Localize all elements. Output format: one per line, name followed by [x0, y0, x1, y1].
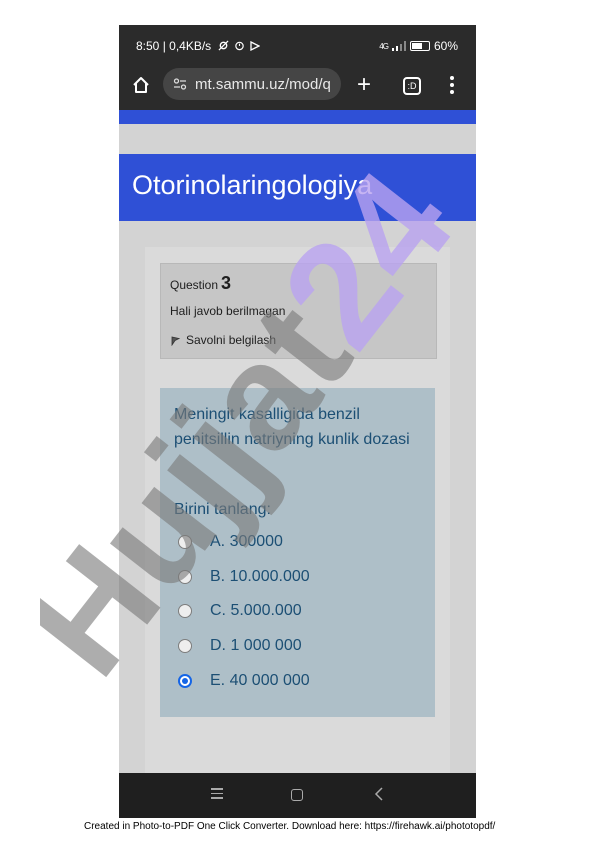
status-indicators: 4G 60% [379, 39, 458, 53]
recents-icon[interactable] [211, 788, 223, 802]
url-text: mt.sammu.uz/mod/q [195, 75, 331, 93]
status-time-speed: 8:50 | 0,4KB/s [136, 39, 261, 53]
flag-label: Savolni belgilash [186, 333, 277, 347]
gear-off-icon [218, 40, 229, 51]
url-bar[interactable]: mt.sammu.uz/mod/q [163, 68, 341, 100]
new-tab-button[interactable]: + [357, 73, 371, 97]
home-nav-icon[interactable] [291, 789, 303, 801]
course-title: Otorinolaringologiya [132, 170, 373, 200]
system-nav-bar [119, 773, 476, 818]
converter-footer: Created in Photo-to-PDF One Click Conver… [84, 821, 496, 832]
flag-icon [171, 336, 181, 346]
more-menu-icon[interactable] [450, 76, 454, 96]
question-info-box: Question 3 Hali javob berilmagan Savolni … [160, 263, 437, 359]
flag-question-button[interactable]: Savolni belgilash [170, 333, 276, 347]
radio-c[interactable] [178, 604, 192, 618]
top-blue-strip [119, 110, 476, 124]
answer-option-c[interactable]: C. 5.000.000 [178, 602, 302, 620]
status-bar: 8:50 | 0,4KB/s 4G 60% [119, 25, 476, 63]
answer-option-d[interactable]: D. 1 000 000 [178, 637, 302, 655]
question-text: Meningit kasalligida benzil penitsillin … [174, 406, 410, 448]
radio-a[interactable] [178, 535, 192, 549]
alarm-clock-icon [235, 41, 244, 51]
question-card: Question 3 Hali javob berilmagan Savolni … [145, 247, 450, 818]
network-type: 4G [379, 41, 389, 51]
signal-icon [391, 41, 406, 51]
tabs-button[interactable]: :D [403, 77, 421, 95]
answer-option-b[interactable]: B. 10.000.000 [178, 568, 310, 586]
answer-prompt: Birini tanlang: [174, 501, 271, 518]
question-state: Hali javob berilmagan [170, 304, 286, 318]
radio-d[interactable] [178, 639, 192, 653]
question-number: Question 3 [170, 273, 232, 293]
phone-screen: 8:50 | 0,4KB/s 4G 60% mt.sammu.uz/mod/q … [119, 25, 476, 818]
battery-icon [409, 41, 430, 51]
course-header: Otorinolaringologiya [119, 154, 476, 221]
browser-toolbar: mt.sammu.uz/mod/q + :D [119, 63, 476, 110]
battery-level: 60% [433, 39, 458, 53]
play-store-icon [250, 40, 261, 52]
answer-option-e[interactable]: E. 40 000 000 [178, 672, 310, 690]
radio-b[interactable] [178, 570, 192, 584]
back-icon[interactable] [374, 787, 384, 801]
home-icon[interactable] [131, 75, 151, 95]
radio-e-selected[interactable] [178, 674, 192, 688]
answer-option-a[interactable]: A. 300000 [178, 533, 283, 551]
question-text-box: Meningit kasalligida benzil penitsillin … [160, 388, 435, 717]
site-settings-icon[interactable] [173, 77, 187, 91]
